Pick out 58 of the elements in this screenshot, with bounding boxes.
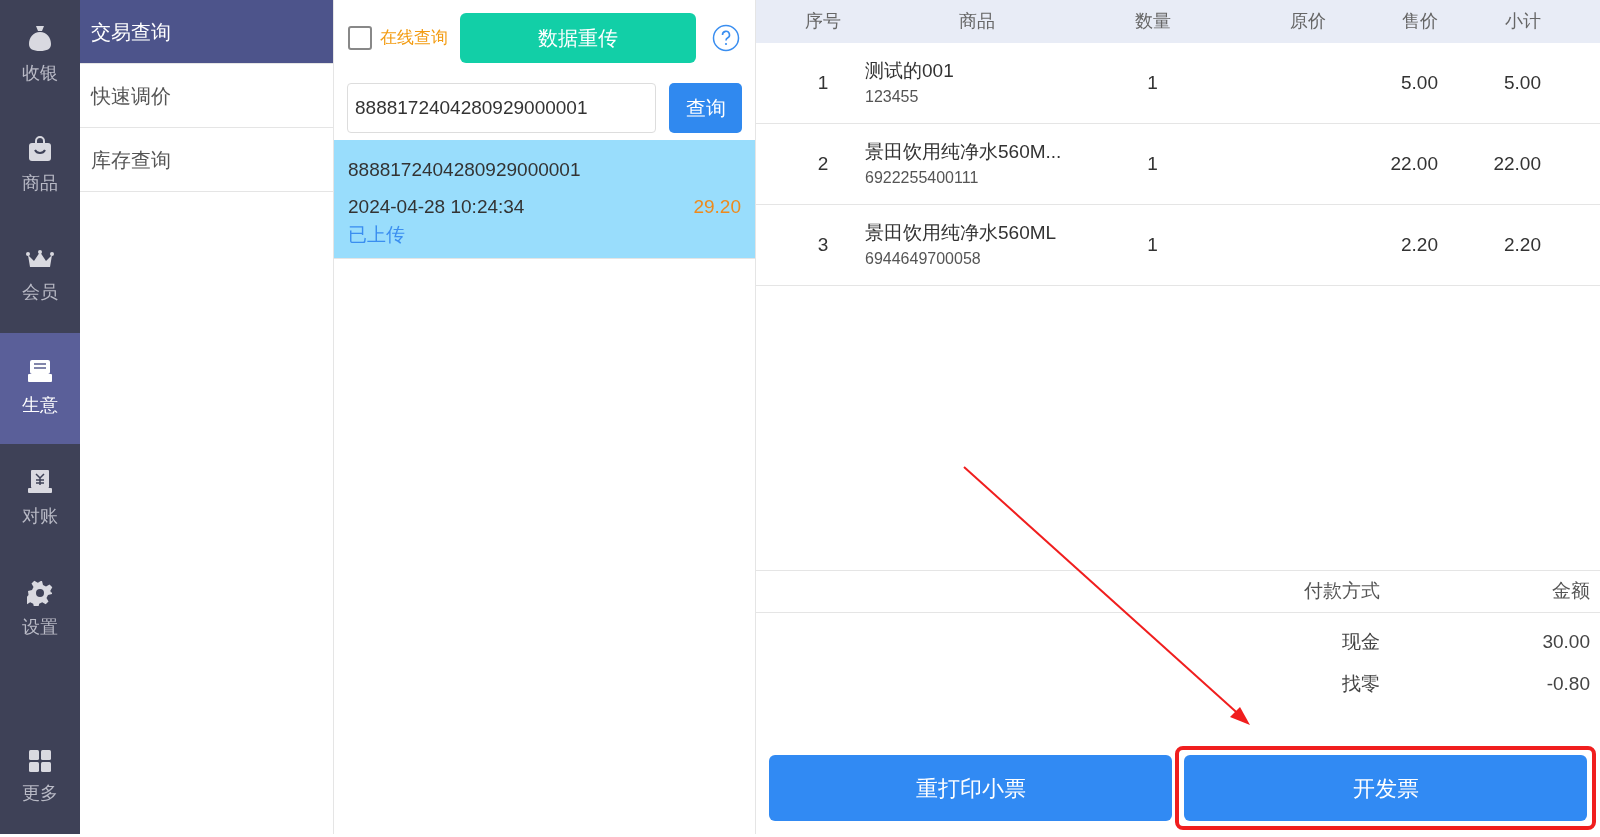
nav-item[interactable]: 生意 [0, 333, 80, 444]
upload-status: 已上传 [348, 223, 406, 247]
column-header: 小计 [1504, 10, 1542, 33]
column-header: 付款方式 [1303, 579, 1380, 604]
nav-item[interactable]: 收银 [0, 0, 80, 111]
submenu-item[interactable]: 交易查询 [80, 0, 333, 64]
transaction-time: 2024-04-28 10:24:34 [348, 194, 525, 219]
help-icon[interactable] [712, 24, 740, 52]
action-button[interactable]: 重打印小票 [769, 755, 1172, 821]
product-barcode: 123455 [865, 87, 920, 108]
product-name: 测试的001 [865, 58, 955, 83]
printer-icon [27, 358, 53, 384]
table-cell-text: 5.00 [1503, 70, 1542, 95]
table-cell-text: 2 [816, 151, 830, 176]
money-bag-icon [27, 24, 53, 52]
column-header: 序号 [804, 10, 842, 33]
query-button[interactable]: 查询 [669, 83, 742, 133]
payment-method: 现金 [1341, 629, 1380, 654]
column-header: 金额 [1551, 579, 1591, 604]
product-barcode: 6944649700058 [865, 249, 982, 270]
table-cell-text: 1 [816, 70, 830, 95]
column-header: 售价 [1401, 10, 1439, 33]
table-cell-text: 2.20 [1400, 232, 1439, 257]
settings-icon [27, 580, 53, 606]
table-cell-text: 1 [1146, 70, 1159, 95]
nav-item[interactable]: 设置 [0, 555, 80, 666]
transaction-amount: 29.20 [693, 194, 741, 219]
query-input[interactable]: 8888172404280929000001 [347, 83, 657, 133]
table-cell-text: 2.20 [1503, 232, 1542, 257]
grid-icon [29, 750, 51, 772]
ledger-icon [27, 469, 53, 495]
product-name: 景田饮用纯净水560ML [865, 220, 1058, 245]
table-cell-text: 22.00 [1389, 151, 1439, 176]
submenu-item[interactable]: 库存查询 [80, 128, 333, 192]
online-checkbox[interactable] [348, 26, 372, 50]
payment-amount: 30.00 [1541, 629, 1591, 654]
table-cell-text: 22.00 [1492, 151, 1542, 176]
table-cell-text: 5.00 [1400, 70, 1439, 95]
table-cell-text: 1 [1146, 232, 1159, 257]
column-header: 原价 [1289, 10, 1327, 33]
transaction-number: 8888172404280929000001 [348, 158, 582, 182]
nav-item[interactable]: 商品 [0, 111, 80, 222]
product-barcode: 6922255400111 [865, 168, 980, 189]
nav-item[interactable]: 对账 [0, 444, 80, 555]
table-cell-text: 3 [816, 232, 830, 257]
table-cell-text: 1 [1146, 151, 1159, 176]
nav-item[interactable]: 更多 [0, 723, 80, 834]
submenu-item[interactable]: 快速调价 [80, 64, 333, 128]
action-button[interactable]: 开发票 [1184, 755, 1587, 821]
transaction-item[interactable]: 8888172404280929000001 2024-04-28 10:24:34 29.20 已上传 [334, 140, 755, 259]
payment-amount: -0.80 [1545, 671, 1591, 696]
payment-method: 找零 [1341, 671, 1380, 696]
column-header: 数量 [1133, 10, 1172, 33]
product-name: 景田饮用纯净水560M... [865, 139, 1063, 164]
column-header: 商品 [958, 10, 996, 33]
nav-item[interactable]: 会员 [0, 222, 80, 333]
online-query-label: 在线查询 [380, 27, 448, 50]
shopping-bag-icon [27, 136, 53, 162]
